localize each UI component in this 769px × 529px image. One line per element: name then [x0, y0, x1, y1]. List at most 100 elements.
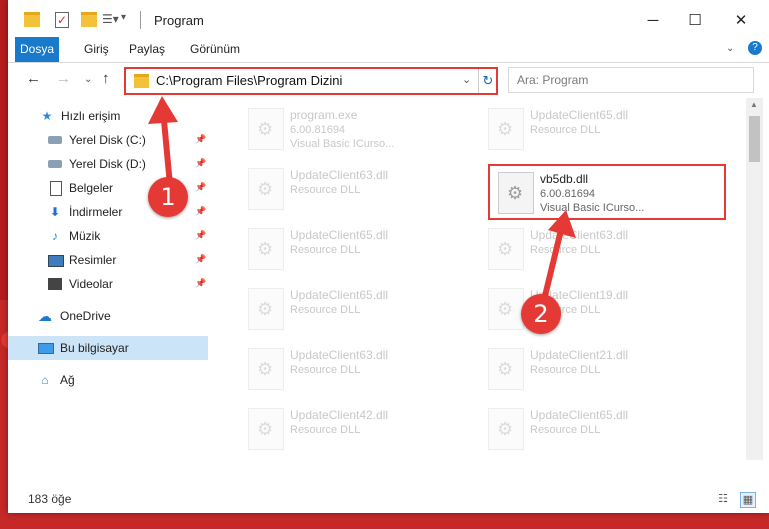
sidebar-item-this-pc[interactable]: Bu bilgisayar	[8, 336, 208, 360]
properties-check-icon[interactable]: ✓	[55, 12, 69, 28]
forward-arrow-icon[interactable]: →	[56, 70, 71, 87]
item-count: 183 öğe	[28, 492, 72, 506]
quick-access-properties-icon[interactable]: ☰▾	[102, 12, 119, 28]
file-item[interactable]: UpdateClient65.dll Resource DLL	[480, 102, 720, 154]
details-view-icon[interactable]: ☷	[716, 492, 730, 506]
vertical-scrollbar[interactable]: ▲	[746, 98, 763, 460]
sidebar-item-label: İndirmeler	[69, 205, 123, 219]
file-item-highlighted[interactable]: vb5db.dll 6.00.81694 Visual Basic ICurso…	[488, 164, 726, 220]
recent-locations-chevron-icon[interactable]: ⌄	[84, 74, 92, 85]
pin-icon: 📌	[195, 278, 207, 288]
sidebar-item-onedrive[interactable]: ☁ OneDrive	[8, 304, 208, 328]
file-item[interactable]: UpdateClient19.dll Resource DLL	[480, 282, 720, 334]
customize-toolbar-chevron-icon[interactable]: ▾	[121, 12, 137, 28]
sidebar-item-music[interactable]: ♪ Müzik 📌	[8, 224, 208, 248]
drive-icon	[48, 160, 62, 168]
dll-file-icon	[248, 228, 284, 270]
tab-share[interactable]: Paylaş	[121, 37, 173, 62]
download-icon: ⬇	[49, 205, 61, 219]
search-input[interactable]: Ara: Program	[508, 67, 754, 93]
new-folder-icon[interactable]	[81, 12, 97, 27]
tab-view[interactable]: Görünüm	[182, 37, 248, 62]
large-icons-view-icon[interactable]: ▦	[740, 492, 756, 508]
maximize-button[interactable]: ☐	[680, 8, 710, 34]
tab-home[interactable]: Giriş	[76, 37, 117, 62]
video-icon	[48, 278, 62, 290]
address-dropdown-chevron-icon[interactable]: ⌄	[462, 73, 471, 86]
file-version: 6.00.81694	[290, 124, 346, 136]
navigation-pane: ★ Hızlı erişim Yerel Disk (C:) 📌 Yerel D…	[8, 98, 210, 460]
sidebar-item-videos[interactable]: Videolar 📌	[8, 272, 208, 296]
dll-file-icon	[248, 168, 284, 210]
file-item[interactable]: UpdateClient63.dll Resource DLL	[480, 222, 720, 274]
pictures-icon	[48, 255, 64, 267]
file-name: vb5db.dll	[540, 172, 589, 186]
dll-file-icon	[248, 408, 284, 450]
ribbon-expand-chevron-icon[interactable]: ⌄	[726, 43, 734, 54]
file-name: UpdateClient63.dll	[530, 228, 629, 242]
sidebar-item-label: Videolar	[69, 277, 113, 291]
close-button[interactable]: ✕	[726, 8, 756, 34]
status-bar: 183 öğe ☷ ▦	[8, 486, 769, 513]
file-item[interactable]: UpdateClient65.dll Resource DLL	[240, 222, 480, 274]
file-type: Resource DLL	[290, 364, 361, 376]
sidebar-item-local-disk-d[interactable]: Yerel Disk (D:) 📌	[8, 152, 208, 176]
file-item[interactable]: UpdateClient63.dll Resource DLL	[240, 342, 480, 394]
file-name: program.exe	[290, 108, 358, 122]
address-path[interactable]: C:\Program Files\Program Dizini	[156, 73, 342, 88]
network-icon: ⌂	[41, 373, 49, 387]
sidebar-item-pictures[interactable]: Resimler 📌	[8, 248, 208, 272]
pin-icon: 📌	[195, 230, 207, 240]
pin-icon: 📌	[195, 206, 207, 216]
dll-file-icon	[488, 108, 524, 150]
sidebar-item-label: Resimler	[69, 253, 117, 267]
file-item[interactable]: UpdateClient63.dll Resource DLL	[240, 162, 480, 214]
dll-file-icon	[248, 288, 284, 330]
up-arrow-icon[interactable]: ↑	[102, 70, 110, 87]
back-arrow-icon[interactable]: ←	[26, 70, 41, 87]
file-type: Resource DLL	[530, 424, 601, 436]
file-item[interactable]: UpdateClient42.dll Resource DLL	[240, 402, 480, 454]
cloud-icon: ☁	[38, 308, 52, 324]
navigation-bar: ← → ⌄ ↑ C:\Program Files\Program Dizini …	[8, 63, 769, 96]
file-type: Resource DLL	[290, 424, 361, 436]
window-title: Program	[154, 13, 204, 28]
folder-icon	[134, 74, 149, 88]
file-explorer-window: ✓ ☰▾ ▾ Program ─ ☐ ✕ Dosya Giriş Paylaş …	[8, 0, 769, 513]
scrollbar-thumb[interactable]	[749, 116, 760, 162]
sidebar-item-local-disk-c[interactable]: Yerel Disk (C:) 📌	[8, 128, 208, 152]
scroll-up-icon[interactable]: ▲	[750, 100, 758, 109]
file-name: UpdateClient65.dll	[530, 108, 629, 122]
file-type: Resource DLL	[530, 244, 601, 256]
callout-step-2: 2	[521, 294, 561, 334]
file-description: Visual Basic ICurso...	[290, 138, 395, 150]
drive-icon	[48, 136, 62, 144]
minimize-button[interactable]: ─	[638, 8, 668, 34]
tab-file[interactable]: Dosya	[15, 37, 59, 62]
file-item[interactable]: UpdateClient21.dll Resource DLL	[480, 342, 720, 394]
file-name: UpdateClient65.dll	[290, 228, 389, 242]
file-type: Resource DLL	[530, 364, 601, 376]
file-name: UpdateClient65.dll	[290, 288, 389, 302]
file-item[interactable]: program.exe 6.00.81694 Visual Basic ICur…	[240, 102, 480, 154]
title-separator	[140, 11, 141, 29]
sidebar-item-label: OneDrive	[60, 309, 111, 323]
callout-step-1: 1	[148, 177, 188, 217]
dll-file-icon	[498, 172, 534, 214]
document-icon	[50, 181, 62, 196]
address-bar[interactable]: C:\Program Files\Program Dizini ⌄ ↻	[124, 67, 498, 95]
file-item[interactable]: UpdateClient65.dll Resource DLL	[480, 402, 720, 454]
refresh-icon[interactable]: ↻	[478, 69, 497, 93]
file-item[interactable]: UpdateClient65.dll Resource DLL	[240, 282, 480, 334]
file-type: Resource DLL	[530, 124, 601, 136]
ribbon: Dosya Giriş Paylaş Görünüm ⌄ ?	[8, 37, 769, 63]
search-placeholder: Ara: Program	[517, 73, 589, 87]
sidebar-item-quick-access[interactable]: ★ Hızlı erişim	[8, 104, 208, 128]
file-name: UpdateClient42.dll	[290, 408, 389, 422]
dll-file-icon	[488, 228, 524, 270]
file-type: Resource DLL	[290, 244, 361, 256]
help-icon[interactable]: ?	[748, 41, 762, 55]
file-name: UpdateClient63.dll	[290, 348, 389, 362]
pin-icon: 📌	[195, 158, 207, 168]
sidebar-item-network[interactable]: ⌂ Ağ	[8, 368, 208, 392]
